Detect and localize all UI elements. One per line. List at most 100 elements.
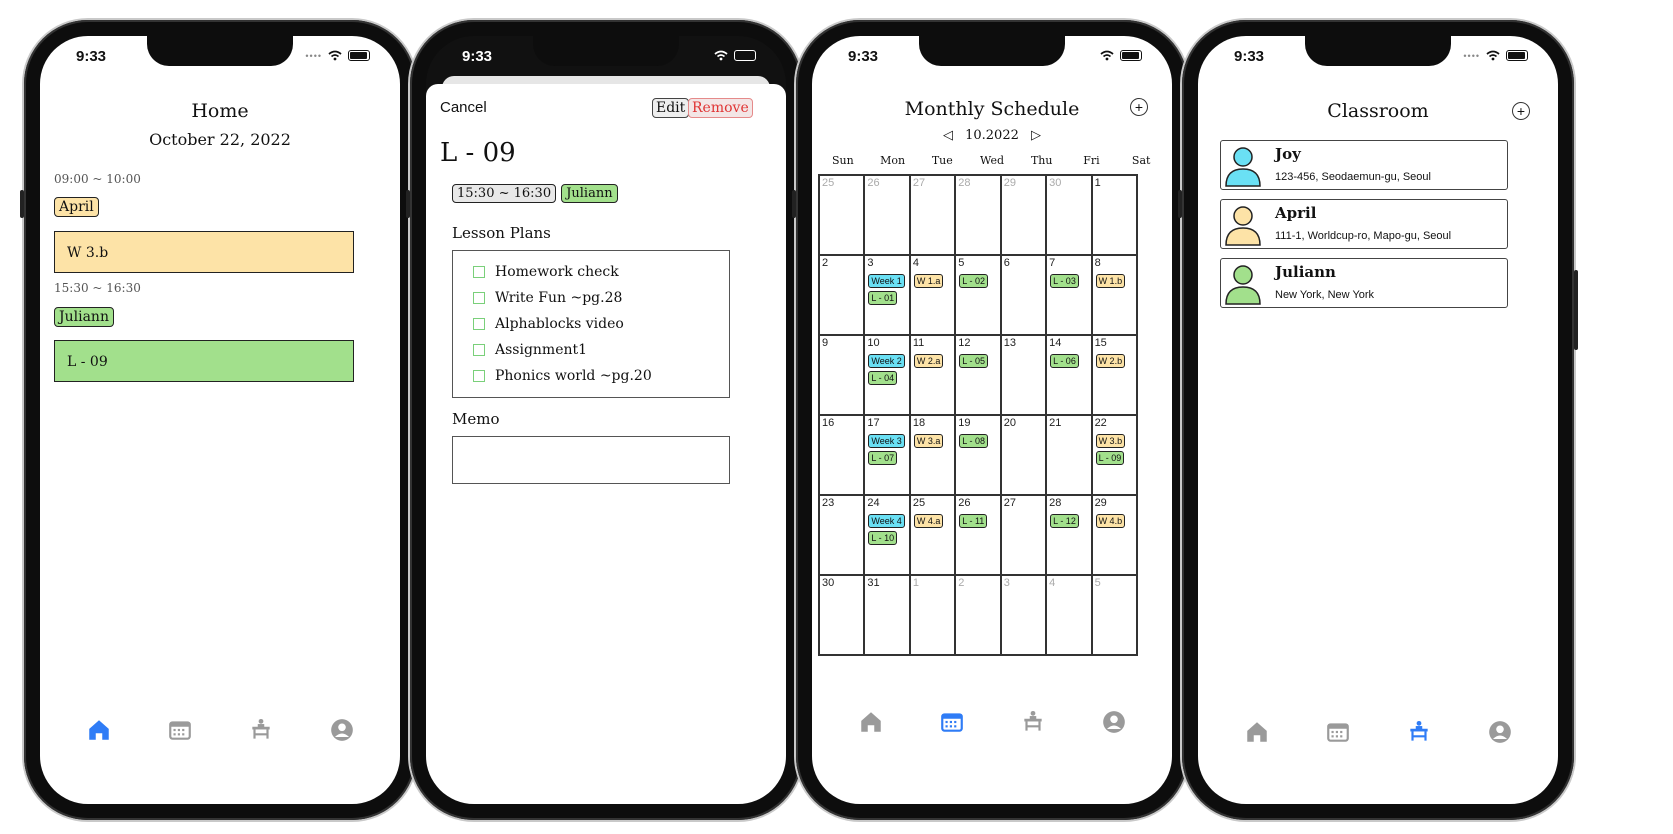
calendar-day-cell[interactable]: 29	[1000, 175, 1047, 255]
calendar-day-cell[interactable]: 25 W 4.a	[909, 495, 956, 575]
calendar-day-cell[interactable]: 10 Week 2 L - 04	[864, 335, 910, 415]
plan-item[interactable]: Phonics world ~pg.20	[453, 363, 729, 389]
calendar-day-cell[interactable]: 3	[1000, 575, 1047, 655]
tab-home[interactable]	[1243, 718, 1271, 746]
calendar-event-tag[interactable]: W 3.a	[913, 434, 944, 448]
calendar-day-cell[interactable]: 14 L - 06	[1046, 335, 1092, 415]
calendar-event-tag[interactable]: W 2.a	[913, 354, 944, 368]
cancel-button[interactable]: Cancel	[440, 99, 487, 116]
calendar-event-tag[interactable]: Week 1	[868, 274, 905, 288]
calendar-event-tag[interactable]: W 2.b	[1095, 354, 1126, 368]
lesson-block-l09[interactable]: L - 09	[54, 340, 354, 382]
plan-item[interactable]: Alphablocks video	[453, 311, 729, 337]
calendar-day-cell[interactable]: 24 Week 4 L - 10	[864, 495, 910, 575]
calendar-event-tag[interactable]: Week 4	[868, 514, 905, 528]
checkbox[interactable]	[473, 318, 485, 330]
tab-profile[interactable]	[328, 716, 356, 744]
student-card-joy[interactable]: Joy 123-456, Seodaemun-gu, Seoul	[1220, 140, 1508, 190]
calendar-day-cell[interactable]: 29 W 4.b	[1091, 495, 1137, 575]
calendar-day-cell[interactable]: 6	[1000, 255, 1047, 335]
student-tag[interactable]: Juliann	[561, 184, 618, 203]
calendar-day-cell[interactable]: 15 W 2.b	[1091, 335, 1137, 415]
student-card-juliann[interactable]: Juliann New York, New York	[1220, 258, 1508, 308]
add-icon[interactable]: +	[1512, 102, 1530, 120]
student-tag-april[interactable]: April	[54, 197, 99, 217]
calendar-event-tag[interactable]: L - 08	[959, 434, 988, 448]
checkbox[interactable]	[473, 344, 485, 356]
calendar-day-cell[interactable]: 8 W 1.b	[1091, 255, 1137, 335]
calendar-day-cell[interactable]: 4 W 1.a	[909, 255, 956, 335]
calendar-day-cell[interactable]: 26	[864, 175, 910, 255]
plan-item[interactable]: Homework check	[453, 259, 729, 285]
calendar-event-tag[interactable]: Week 3	[868, 434, 905, 448]
tab-home[interactable]	[857, 708, 885, 736]
tab-profile[interactable]	[1100, 708, 1128, 736]
calendar-day-cell[interactable]: 18 W 3.a	[909, 415, 956, 495]
calendar-day-cell[interactable]: 1	[1091, 175, 1137, 255]
calendar-day-cell[interactable]: 31	[864, 575, 910, 655]
calendar-day-cell[interactable]: 5	[1091, 575, 1137, 655]
calendar-day-cell[interactable]: 21	[1046, 415, 1092, 495]
calendar-event-tag[interactable]: L - 06	[1050, 354, 1079, 368]
calendar-day-cell[interactable]: 2	[955, 575, 1001, 655]
calendar-day-cell[interactable]: 26 L - 11	[955, 495, 1001, 575]
calendar-day-cell[interactable]: 28	[955, 175, 1001, 255]
calendar-event-tag[interactable]: W 4.a	[913, 514, 944, 528]
checkbox[interactable]	[473, 292, 485, 304]
calendar-event-tag[interactable]: Week 2	[868, 354, 905, 368]
student-card-april[interactable]: April 111-1, Worldcup-ro, Mapo-gu, Seoul	[1220, 199, 1508, 249]
lesson-block-w3b[interactable]: W 3.b	[54, 231, 354, 273]
calendar-day-cell[interactable]: 4	[1046, 575, 1092, 655]
calendar-day-cell[interactable]: 19 L - 08	[955, 415, 1001, 495]
remove-button[interactable]: Remove	[688, 98, 753, 118]
calendar-event-tag[interactable]: L - 01	[868, 291, 898, 305]
calendar-day-cell[interactable]: 11 W 2.a	[909, 335, 956, 415]
calendar-day-cell[interactable]: 23	[819, 495, 865, 575]
prev-month-icon[interactable]: ◁	[943, 128, 953, 143]
calendar-day-cell[interactable]: 9	[819, 335, 865, 415]
calendar-event-tag[interactable]: L - 03	[1050, 274, 1079, 288]
calendar-day-cell[interactable]: 28 L - 12	[1046, 495, 1092, 575]
tab-home[interactable]	[85, 716, 113, 744]
calendar-day-cell[interactable]: 30	[819, 575, 865, 655]
calendar-day-cell[interactable]: 20	[1000, 415, 1047, 495]
calendar-event-tag[interactable]: W 1.b	[1095, 274, 1126, 288]
plan-item[interactable]: Assignment1	[453, 337, 729, 363]
tab-calendar[interactable]	[938, 708, 966, 736]
next-month-icon[interactable]: ▷	[1031, 128, 1041, 143]
calendar-day-cell[interactable]: 7 L - 03	[1046, 255, 1092, 335]
tab-calendar[interactable]	[166, 716, 194, 744]
calendar-day-cell[interactable]: 3 Week 1 L - 01	[864, 255, 910, 335]
tab-calendar[interactable]	[1324, 718, 1352, 746]
calendar-event-tag[interactable]: L - 11	[959, 514, 988, 528]
calendar-day-cell[interactable]: 17 Week 3 L - 07	[864, 415, 910, 495]
tab-classroom[interactable]	[1405, 718, 1433, 746]
calendar-event-tag[interactable]: L - 10	[868, 531, 898, 545]
calendar-day-cell[interactable]: 13	[1000, 335, 1047, 415]
student-tag-juliann[interactable]: Juliann	[54, 307, 114, 327]
calendar-event-tag[interactable]: W 3.b	[1095, 434, 1126, 448]
calendar-day-cell[interactable]: 27	[1000, 495, 1047, 575]
tab-classroom[interactable]	[247, 716, 275, 744]
edit-button[interactable]: Edit	[652, 98, 690, 118]
calendar-event-tag[interactable]: L - 09	[1095, 451, 1125, 465]
calendar-event-tag[interactable]: L - 07	[868, 451, 898, 465]
calendar-event-tag[interactable]: L - 12	[1050, 514, 1079, 528]
calendar-day-cell[interactable]: 27	[909, 175, 956, 255]
calendar-event-tag[interactable]: W 4.b	[1095, 514, 1126, 528]
calendar-event-tag[interactable]: L - 04	[868, 371, 898, 385]
calendar-day-cell[interactable]: 22 W 3.b L - 09	[1091, 415, 1137, 495]
calendar-day-cell[interactable]: 2	[819, 255, 865, 335]
calendar-event-tag[interactable]: L - 05	[959, 354, 988, 368]
tab-classroom[interactable]	[1019, 708, 1047, 736]
calendar-day-cell[interactable]: 5 L - 02	[955, 255, 1001, 335]
calendar-day-cell[interactable]: 12 L - 05	[955, 335, 1001, 415]
calendar-event-tag[interactable]: L - 02	[959, 274, 988, 288]
checkbox[interactable]	[473, 266, 485, 278]
tab-profile[interactable]	[1486, 718, 1514, 746]
memo-field[interactable]	[452, 436, 730, 484]
add-icon[interactable]: +	[1130, 98, 1148, 116]
calendar-day-cell[interactable]: 16	[819, 415, 865, 495]
checkbox[interactable]	[473, 370, 485, 382]
calendar-event-tag[interactable]: W 1.a	[913, 274, 944, 288]
